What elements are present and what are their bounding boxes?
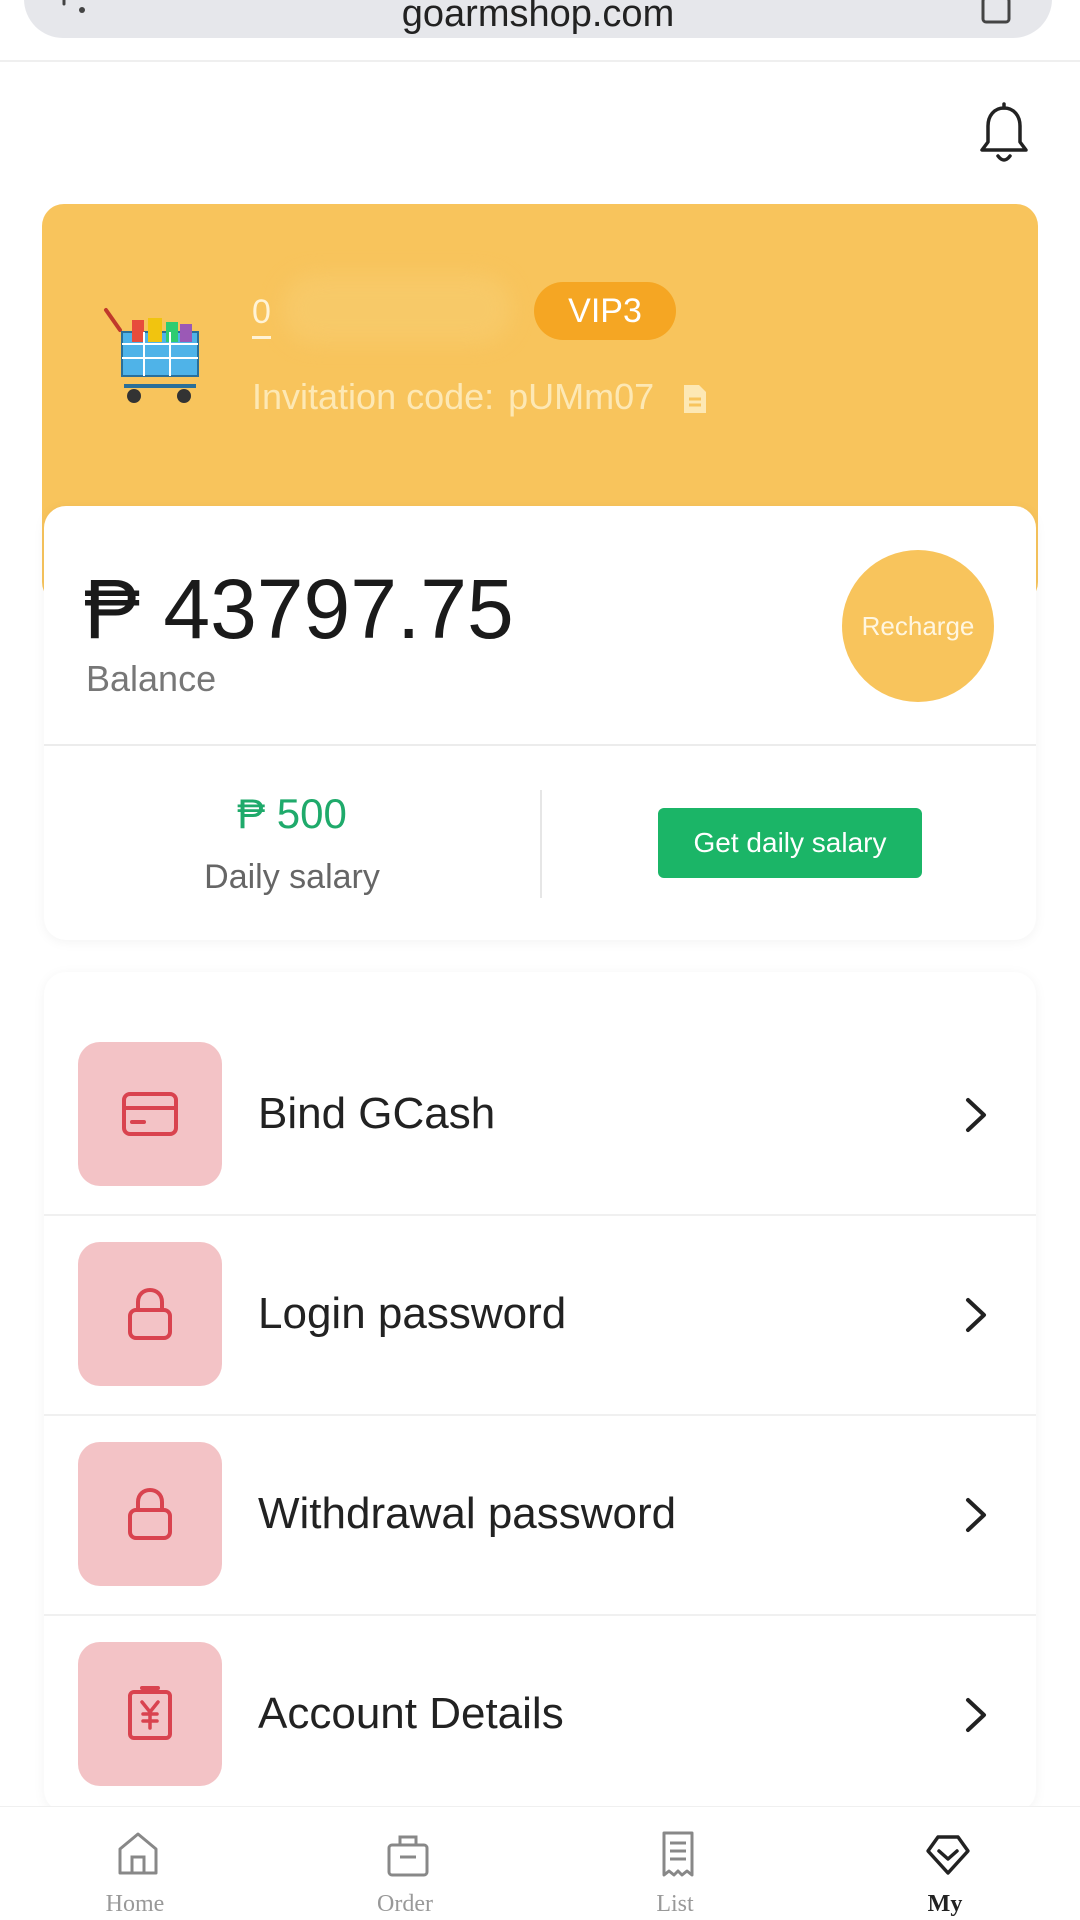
username-redaction	[282, 274, 512, 344]
salary-divider	[540, 790, 542, 898]
invitation-label: Invitation code:	[252, 376, 495, 417]
lock-icon	[128, 1487, 172, 1540]
vip-badge: VIP3	[534, 282, 676, 340]
nav-label: List	[656, 1891, 694, 1917]
bell-icon[interactable]	[976, 102, 1032, 168]
username: 0	[252, 292, 271, 339]
chevron-right-icon	[966, 1698, 986, 1732]
menu-icon-box	[78, 1442, 222, 1586]
page: goarmshop.com 0 VIP3 Invitation code: pU…	[0, 0, 1080, 1920]
balance-card: ₱ 43797.75 Balance Recharge ₱ 500 Daily …	[44, 506, 1036, 940]
invitation-row: Invitation code: pUMm07	[252, 376, 708, 418]
nav-label: Home	[105, 1891, 165, 1917]
menu-item-label: Bind GCash	[258, 1089, 496, 1138]
yuan-receipt-icon	[128, 1686, 172, 1740]
home-icon	[118, 1832, 158, 1875]
settings-menu: Bind GCash Login password Withdrawal pas…	[44, 972, 1036, 1812]
url-text[interactable]: goarmshop.com	[24, 0, 1052, 34]
nav-item-home[interactable]: Home	[0, 1807, 270, 1920]
nav-item-order[interactable]: Order	[270, 1807, 540, 1920]
share-icon[interactable]	[980, 0, 1012, 26]
menu-item-bind-gcash[interactable]: Bind GCash	[44, 972, 1036, 1216]
copy-icon[interactable]	[682, 383, 708, 415]
menu-icon-box	[78, 1242, 222, 1386]
menu-item-withdrawal-password[interactable]: Withdrawal password	[44, 1372, 1036, 1616]
balance-divider	[44, 744, 1036, 746]
my-diamond-icon	[926, 1835, 970, 1875]
order-bag-icon	[387, 1835, 429, 1877]
menu-item-account-details[interactable]: Account Details	[44, 1572, 1036, 1786]
daily-salary-amount: ₱ 500	[237, 790, 347, 837]
chevron-right-icon	[966, 1498, 986, 1532]
list-icon	[662, 1831, 694, 1877]
lock-icon	[128, 1287, 172, 1340]
menu-icon-box	[78, 1042, 222, 1186]
invitation-code: pUMm07	[508, 376, 655, 417]
nav-item-my[interactable]: My	[810, 1807, 1080, 1920]
browser-divider	[0, 60, 1080, 62]
menu-item-label: Withdrawal password	[258, 1489, 677, 1538]
daily-salary-label: Daily salary	[204, 858, 380, 896]
menu-item-label: Login password	[258, 1289, 567, 1338]
get-daily-salary-button[interactable]: Get daily salary	[658, 808, 922, 878]
menu-icon-box	[78, 1642, 222, 1786]
balance-label: Balance	[86, 658, 217, 699]
menu-item-login-password[interactable]: Login password	[44, 1172, 1036, 1416]
card-icon	[122, 1092, 178, 1136]
nav-label: Order	[377, 1891, 433, 1917]
nav-label: My	[927, 1891, 963, 1917]
nav-item-list[interactable]: List	[540, 1807, 810, 1920]
chevron-right-icon	[966, 1298, 986, 1332]
bottom-nav: Home Order List My	[0, 1806, 1080, 1920]
chevron-right-icon	[966, 1098, 986, 1132]
browser-url-bar[interactable]: goarmshop.com	[24, 0, 1052, 38]
recharge-button[interactable]: Recharge	[842, 550, 994, 702]
shopping-cart-avatar-icon	[104, 308, 199, 403]
balance-amount: ₱ 43797.75	[84, 562, 514, 656]
menu-item-label: Account Details	[258, 1689, 564, 1738]
